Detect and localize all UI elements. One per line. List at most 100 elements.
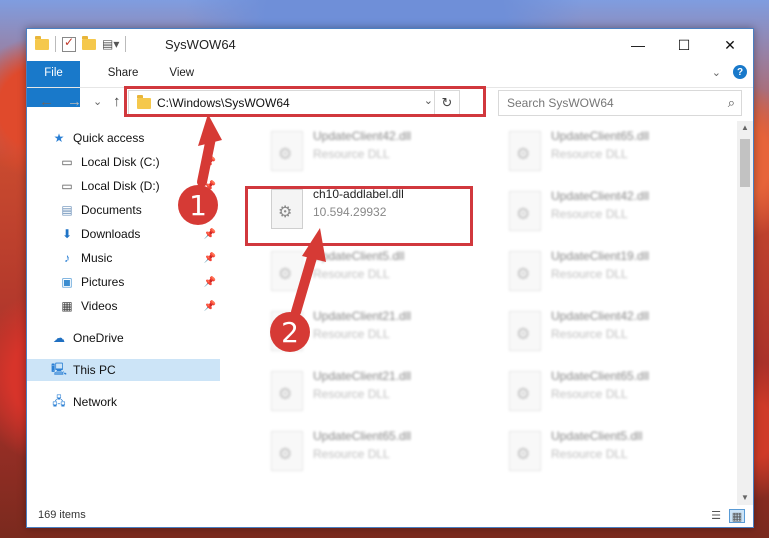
dll-file-icon [509, 191, 541, 231]
navigation-pane: ★ Quick access ▭ Local Disk (C:) 📌 ▭ Loc… [27, 125, 220, 490]
file-description: Resource DLL [313, 327, 390, 341]
new-folder-icon[interactable] [82, 35, 96, 50]
documents-icon: ▤ [61, 203, 73, 217]
file-tile[interactable]: UpdateClient65.dll Resource DLL [501, 365, 727, 411]
dll-file-icon [271, 371, 303, 411]
file-tile[interactable]: UpdateClient5.dll Resource DLL [501, 425, 727, 471]
music-icon: ♪ [64, 251, 70, 265]
file-tile[interactable]: UpdateClient42.dll Resource DLL [501, 305, 727, 351]
sidebar-item-label: Local Disk (D:) [81, 179, 160, 193]
ribbon-tabs: File Home Share View ⌄ ? [27, 61, 753, 107]
sidebar-item-label: Music [81, 251, 113, 265]
search-placeholder: Search SysWOW64 [507, 96, 614, 110]
dll-file-icon [271, 131, 303, 171]
dll-file-icon [271, 431, 303, 471]
file-tile[interactable]: UpdateClient42.dll Resource DLL [501, 185, 727, 231]
sidebar-item-label: OneDrive [73, 331, 124, 345]
sidebar-item-label: Downloads [81, 227, 141, 241]
vertical-scrollbar[interactable]: ▲ ▼ [737, 121, 753, 505]
file-explorer-window: ▤▾ SysWOW64 — ☐ ✕ File Home Share View ⌄… [26, 28, 754, 528]
dll-file-icon [509, 311, 541, 351]
file-description: Resource DLL [551, 147, 628, 161]
file-tile[interactable]: UpdateClient42.dll Resource DLL [263, 125, 489, 171]
file-name: UpdateClient19.dll [551, 249, 650, 263]
pin-icon: 📌 [203, 252, 216, 264]
pictures-icon: ▣ [61, 275, 73, 289]
sidebar-item-label: Pictures [81, 275, 125, 289]
recent-locations-button[interactable]: ⌄ [93, 95, 102, 108]
file-name: UpdateClient5.dll [551, 429, 643, 443]
sidebar-item-this-pc[interactable]: 🖳 This PC [27, 359, 220, 381]
drive-icon: ▭ [61, 155, 73, 169]
window-controls: — ☐ ✕ [615, 29, 753, 61]
tiles-view-icon[interactable]: ▦ [729, 509, 745, 523]
customize-toolbar-icon[interactable]: ▤▾ [102, 37, 119, 51]
sidebar-item-quick-access[interactable]: ★ Quick access [51, 127, 220, 149]
file-name: UpdateClient21.dll [313, 309, 412, 323]
search-icon: ⌕ [727, 95, 735, 110]
up-button[interactable]: ↑ [113, 93, 121, 110]
sidebar-item-label: Network [73, 395, 118, 409]
file-description: Resource DLL [551, 207, 628, 221]
search-input[interactable]: Search SysWOW64 ⌕ [498, 90, 742, 116]
forward-button[interactable]: → [67, 93, 82, 110]
file-description: Resource DLL [313, 387, 390, 401]
file-name: UpdateClient21.dll [313, 369, 412, 383]
address-highlight-box [124, 86, 486, 117]
callout-step-1: 1 [178, 185, 218, 225]
callout-step-2: 2 [270, 312, 310, 352]
sidebar-item-network[interactable]: 🖧 Network [51, 391, 220, 413]
details-view-icon[interactable]: ☰ [709, 509, 723, 522]
minimize-button[interactable]: — [615, 29, 661, 61]
dll-file-icon [271, 251, 303, 291]
title-bar: ▤▾ SysWOW64 — ☐ ✕ [27, 29, 753, 61]
scroll-up-icon[interactable]: ▲ [737, 121, 753, 135]
file-tile[interactable]: UpdateClient21.dll Resource DLL [263, 365, 489, 411]
file-description: Resource DLL [313, 267, 390, 281]
file-description: Resource DLL [551, 387, 628, 401]
file-description: Resource DLL [313, 147, 390, 161]
scrollbar-thumb[interactable] [740, 139, 750, 187]
file-description: Resource DLL [551, 447, 628, 461]
file-name: UpdateClient42.dll [551, 189, 650, 203]
file-tile[interactable]: UpdateClient65.dll Resource DLL [263, 425, 489, 471]
help-icon[interactable]: ? [733, 65, 747, 79]
sidebar-item-label: Videos [81, 299, 118, 313]
sidebar-item-videos[interactable]: ▦ Videos 📌 [59, 295, 220, 317]
sidebar-item-music[interactable]: ♪ Music 📌 [59, 247, 220, 269]
file-name: UpdateClient5.dll [313, 249, 405, 263]
downloads-icon: ⬇ [61, 227, 73, 241]
file-tile[interactable]: UpdateClient19.dll Resource DLL [501, 245, 727, 291]
sidebar-item-label: Documents [81, 203, 142, 217]
sidebar-item-onedrive[interactable]: ☁ OneDrive [51, 327, 220, 349]
status-bar: 169 items ☰ ▦ [27, 505, 753, 527]
maximize-button[interactable]: ☐ [661, 29, 707, 61]
window-title: SysWOW64 [165, 37, 236, 52]
dll-file-icon [509, 371, 541, 411]
file-name: UpdateClient42.dll [313, 129, 412, 143]
sidebar-item-local-disk-c[interactable]: ▭ Local Disk (C:) 📌 [59, 151, 220, 173]
close-button[interactable]: ✕ [707, 29, 753, 61]
file-tile[interactable]: UpdateClient5.dll Resource DLL [263, 245, 489, 291]
tab-share[interactable]: Share [92, 61, 154, 85]
divider [125, 36, 127, 52]
back-button[interactable]: ← [39, 93, 54, 110]
drive-icon: ▭ [61, 179, 73, 193]
file-list: UpdateClient42.dll Resource DLL ch10-add… [245, 121, 735, 497]
videos-icon: ▦ [61, 299, 73, 313]
tab-view[interactable]: View [153, 61, 209, 85]
sidebar-item-label: Local Disk (C:) [81, 155, 160, 169]
scroll-down-icon[interactable]: ▼ [737, 491, 753, 505]
sidebar-item-downloads[interactable]: ⬇ Downloads 📌 [59, 223, 220, 245]
dll-file-icon [509, 251, 541, 291]
expand-ribbon-icon[interactable]: ⌄ [712, 66, 721, 79]
quick-access-toolbar: ▤▾ [35, 35, 127, 52]
file-name: UpdateClient65.dll [551, 129, 650, 143]
sidebar-item-pictures[interactable]: ▣ Pictures 📌 [59, 271, 220, 293]
dll-file-icon [509, 131, 541, 171]
properties-icon[interactable] [62, 35, 76, 52]
item-count: 169 items [38, 509, 86, 521]
star-icon: ★ [53, 131, 65, 145]
dll-file-icon [509, 431, 541, 471]
file-tile[interactable]: UpdateClient65.dll Resource DLL [501, 125, 727, 171]
